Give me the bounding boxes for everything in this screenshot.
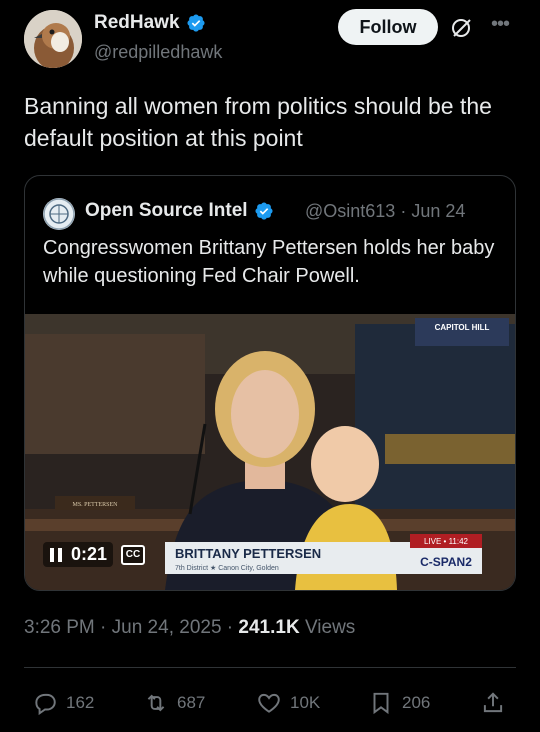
share-button[interactable]	[480, 690, 506, 716]
post-timestamp[interactable]: 3:26 PM · Jun 24, 2025 ·	[24, 617, 233, 638]
reply-icon	[35, 693, 56, 716]
follow-button[interactable]: Follow	[338, 9, 438, 45]
bookmark-count: 206	[402, 693, 431, 712]
video-timer[interactable]: 0:21	[43, 542, 114, 567]
more-options-icon[interactable]: •••	[486, 14, 514, 38]
verified-badge-icon	[255, 202, 273, 220]
quoted-post[interactable]: Open Source Intel @Osint613 · Jun 24 Con…	[24, 175, 516, 591]
author-handle[interactable]: @redpilledhawk	[94, 42, 222, 63]
grok-icon[interactable]	[450, 16, 474, 40]
chyron-name: BRITTANY PETTERSEN	[175, 546, 321, 561]
quote-meta: @Osint613 · Jun 24	[305, 201, 466, 221]
heart-icon	[258, 693, 280, 713]
quote-text: Congresswomen Brittany Pettersen holds h…	[43, 237, 495, 287]
corner-label: CAPITOL HILL	[435, 323, 490, 332]
verified-badge-icon	[186, 14, 205, 32]
chyron-sub: 7th District ★ Canon City, Golden	[175, 564, 279, 572]
quote-avatar[interactable]	[43, 198, 75, 230]
nameplate-text: MS. PETTERSEN	[72, 502, 118, 508]
reply-count: 162	[66, 693, 95, 712]
closed-captions-icon[interactable]: CC	[121, 544, 146, 565]
share-icon	[483, 692, 503, 713]
video-controls: 0:21 CC	[43, 542, 146, 567]
repost-count: 687	[177, 693, 206, 712]
like-count: 10K	[290, 693, 321, 712]
quote-author-name[interactable]: Open Source Intel	[85, 200, 274, 222]
avatar[interactable]	[24, 10, 82, 68]
views-count: 241.1K	[238, 617, 300, 638]
views-label: Views	[304, 617, 356, 638]
post-meta: 3:26 PM · Jun 24, 2025 · 241.1K Views	[24, 617, 355, 639]
video-player[interactable]: MS. PETTERSEN CAPITOL HILL BRITTANY PETT…	[25, 314, 515, 590]
reply-button[interactable]: 162	[32, 690, 94, 716]
bookmark-icon	[373, 692, 389, 715]
like-button[interactable]: 10K	[256, 690, 320, 716]
network-label: C-SPAN2	[420, 555, 472, 569]
bookmark-button[interactable]: 206	[368, 690, 430, 716]
author-display-name[interactable]: RedHawk	[94, 12, 180, 34]
live-label: LIVE • 11:42	[424, 537, 469, 546]
quote-display-name[interactable]: Open Source Intel	[85, 200, 248, 222]
video-time: 0:21	[71, 544, 108, 564]
repost-icon	[147, 694, 165, 712]
pause-icon[interactable]	[49, 547, 63, 563]
author-name[interactable]: RedHawk	[94, 12, 206, 34]
post-text: Banning all women from politics should b…	[24, 93, 492, 151]
divider	[24, 667, 516, 668]
repost-button[interactable]: 687	[143, 690, 205, 716]
